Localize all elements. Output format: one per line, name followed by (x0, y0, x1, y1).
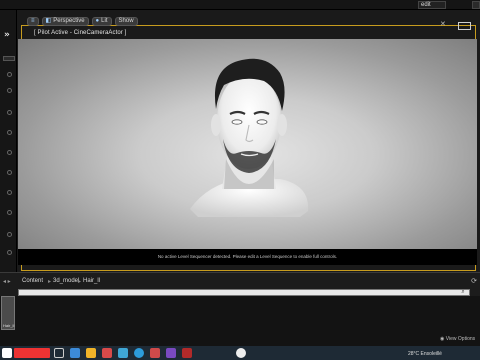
start-icon[interactable] (2, 348, 12, 358)
mail-icon[interactable] (102, 348, 112, 358)
maximize-viewport-icon[interactable] (458, 22, 471, 30)
ear-right (277, 114, 287, 136)
breadcrumb-content[interactable]: Content (22, 278, 43, 284)
radio-icon[interactable] (7, 250, 12, 255)
search-icon[interactable]: ⌕ (458, 289, 468, 296)
asset-thumbnail[interactable]: Hair_ll (1, 296, 15, 330)
edge-icon[interactable] (134, 348, 144, 358)
light-icon: ● (95, 17, 100, 24)
breadcrumb-hair[interactable]: Hair_ll (83, 278, 100, 284)
head-render (190, 58, 309, 217)
lit-button[interactable]: ● Lit (91, 16, 112, 26)
sequencer-message: No active Level Sequencer detected. Plea… (157, 254, 338, 259)
store-icon[interactable] (86, 348, 96, 358)
nav-arrows-icon[interactable]: ◂ ▸ (3, 278, 11, 285)
window-button[interactable] (472, 1, 480, 9)
unreal-icon[interactable] (236, 348, 246, 358)
viewport-toolbar: ≡ ◧ Perspective ● Lit Show (27, 15, 138, 27)
app-icon-2[interactable] (182, 348, 192, 358)
radio-icon[interactable] (7, 110, 12, 115)
3d-viewport[interactable] (18, 39, 477, 249)
breadcrumb-sep: ▸ (78, 279, 82, 285)
radio-icon[interactable] (7, 150, 12, 155)
lit-label: Lit (101, 17, 108, 24)
history-icon[interactable]: ⟳ (471, 277, 477, 285)
show-button[interactable]: Show (114, 16, 138, 26)
search-input[interactable] (18, 289, 470, 296)
eye-left (231, 119, 243, 125)
editor-badge[interactable]: edit (418, 1, 446, 9)
pilot-label: [ Pilot Active - CineCameraActor ] (34, 30, 127, 36)
ear-left (211, 114, 221, 136)
radio-icon[interactable] (7, 190, 12, 195)
asset-label: Hair_ll (3, 323, 15, 328)
radio-icon[interactable] (7, 88, 12, 93)
perspective-button[interactable]: ◧ Perspective (41, 16, 89, 26)
file-explorer-icon[interactable] (70, 348, 80, 358)
viewport-options-button[interactable]: ≡ (27, 16, 39, 26)
close-icon[interactable]: ✕ (440, 20, 446, 28)
camera-icon: ◧ (45, 17, 52, 24)
asset-panel (0, 296, 480, 346)
view-options-label: View Options (445, 336, 476, 342)
radio-icon[interactable] (7, 170, 12, 175)
radio-icon[interactable] (7, 210, 12, 215)
left-panel: » (0, 10, 17, 272)
chrome-icon[interactable] (150, 348, 160, 358)
weather-widget[interactable]: 28°C Ensoleillé (408, 351, 442, 357)
eye-right (256, 119, 268, 125)
search-icon[interactable] (14, 348, 50, 358)
menu-icon: ≡ (31, 17, 35, 24)
editor-badge-label: edit (421, 2, 431, 8)
chevron-right-icon[interactable]: » (4, 30, 10, 40)
radio-icon[interactable] (7, 72, 12, 77)
app-icon[interactable] (166, 348, 176, 358)
radio-icon[interactable] (7, 232, 12, 237)
browser-icon[interactable] (118, 348, 128, 358)
radio-icon[interactable] (7, 130, 12, 135)
perspective-label: Perspective (53, 17, 85, 24)
task-view-icon[interactable] (54, 348, 64, 358)
panel-marker (3, 56, 15, 61)
title-bar: edit (0, 0, 480, 10)
view-options-button[interactable]: ◉ View Options (440, 336, 475, 342)
breadcrumb-sep: ▸ (48, 279, 52, 285)
show-label: Show (118, 17, 134, 24)
